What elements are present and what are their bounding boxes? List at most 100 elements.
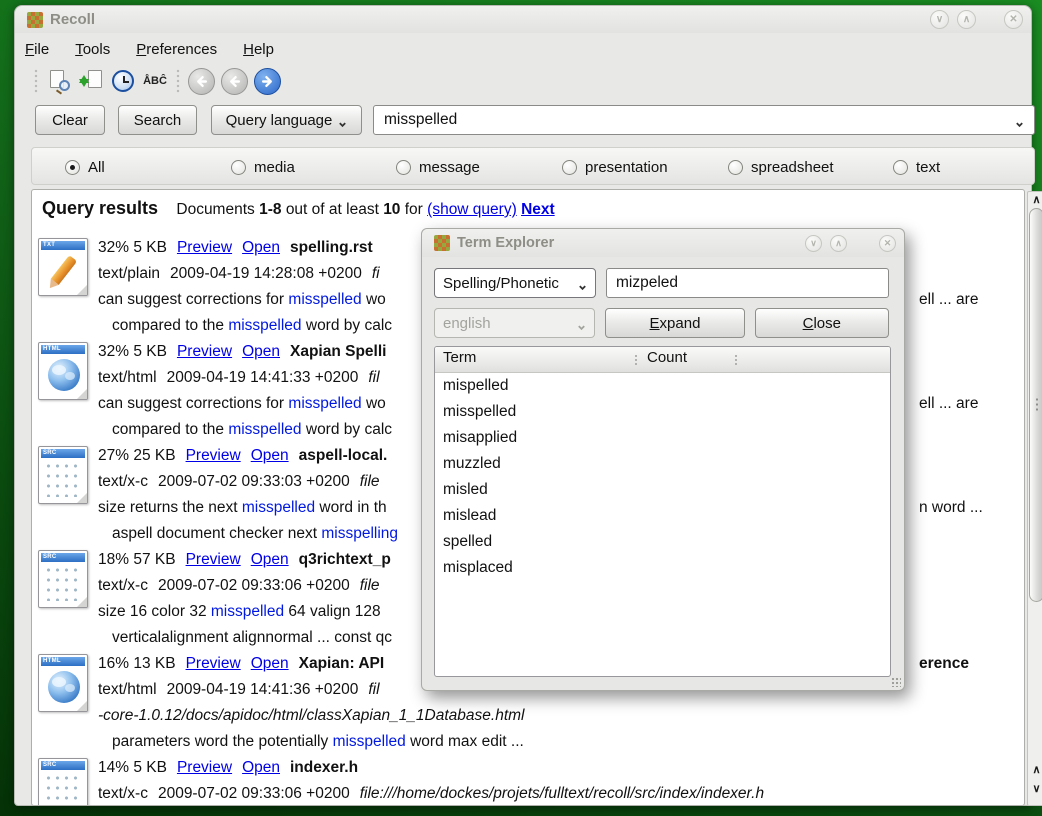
first-page-button[interactable] — [188, 68, 215, 95]
menu-preferences[interactable]: Preferences — [136, 41, 217, 58]
scrollbar-thumb[interactable] — [1029, 208, 1042, 602]
snippet-text: word in th — [315, 499, 387, 516]
preview-link[interactable]: Preview — [177, 239, 232, 256]
result-date: 2009-04-19 14:28:08 +0200 — [170, 265, 362, 282]
preview-link[interactable]: Preview — [186, 655, 241, 672]
results-for-word: for — [405, 201, 423, 218]
result-line-1: 14% 5 KBPreviewOpenindexer.h — [98, 755, 358, 781]
expand-button[interactable]: Expand — [605, 308, 744, 338]
result-snippet: size 16 color 32 misspelled 64 valign 12… — [98, 599, 381, 625]
radio-icon[interactable] — [893, 160, 908, 175]
clear-button[interactable]: Clear — [35, 105, 105, 135]
result-url: file — [360, 577, 380, 594]
results-scrollbar[interactable]: ∧ ∧ ∨ — [1027, 191, 1042, 806]
toolbar-separator — [174, 68, 182, 94]
next-page-button[interactable] — [254, 68, 281, 95]
term-input[interactable] — [606, 268, 889, 298]
open-link[interactable]: Open — [251, 551, 289, 568]
next-page-link[interactable]: Next — [521, 201, 555, 218]
term-table-row[interactable]: spelled — [435, 529, 890, 555]
document-icon — [88, 70, 102, 88]
radio-icon[interactable] — [562, 160, 577, 175]
query-language-dropdown[interactable]: Query language — [211, 105, 362, 135]
arrow-right-icon — [261, 75, 274, 88]
dialog-minimize-button[interactable]: ∨ — [805, 235, 822, 252]
search-button[interactable]: Search — [118, 105, 197, 135]
query-language-label: Query language — [226, 112, 333, 129]
count-column-header[interactable]: Count — [647, 349, 687, 366]
filter-spreadsheet[interactable]: spreadsheet — [728, 148, 834, 186]
open-link[interactable]: Open — [251, 655, 289, 672]
result-title: aspell-local. — [299, 447, 388, 464]
term-explorer-button[interactable]: ÅBĈ — [140, 66, 170, 96]
show-results-as-table-button[interactable] — [44, 66, 74, 96]
sort-by-date-button[interactable] — [76, 66, 106, 96]
radio-icon[interactable] — [728, 160, 743, 175]
result-title: indexer.h — [290, 759, 358, 776]
term-table-row[interactable]: mispelled — [435, 373, 890, 399]
scroll-down-icon[interactable]: ∨ — [1028, 781, 1042, 797]
minimize-button[interactable]: ∨ — [930, 10, 949, 29]
page-fold — [76, 284, 88, 296]
radio-icon[interactable] — [396, 160, 411, 175]
filter-media[interactable]: media — [231, 148, 295, 186]
term-table-row[interactable]: muzzled — [435, 451, 890, 477]
dialog-close-action-button[interactable]: Close — [755, 308, 889, 338]
scroll-up-icon[interactable]: ∧ — [1028, 192, 1042, 208]
term-table-row[interactable]: misled — [435, 477, 890, 503]
dialog-maximize-button[interactable]: ∧ — [830, 235, 847, 252]
result-date: 2009-04-19 14:41:33 +0200 — [167, 369, 359, 386]
filter-label: All — [88, 159, 105, 176]
term-column-header[interactable]: Term — [443, 349, 476, 366]
result-relevancy: 32% 5 KB — [98, 239, 167, 256]
dialog-close-button[interactable]: ✕ — [879, 235, 896, 252]
menu-file[interactable]: File — [25, 41, 49, 58]
open-link[interactable]: Open — [242, 239, 280, 256]
radio-icon[interactable] — [231, 160, 246, 175]
term-table-row[interactable]: misspelled — [435, 399, 890, 425]
snippet-text: size 16 color 32 — [98, 603, 211, 620]
snippet-text: word by calc — [302, 421, 392, 438]
title-bar[interactable]: Recoll ∨ ∧ ✕ — [15, 6, 1031, 33]
term-cell: spelled — [443, 533, 492, 550]
preview-link[interactable]: Preview — [177, 343, 232, 360]
filter-all[interactable]: All — [65, 148, 105, 186]
term-table-row[interactable]: misapplied — [435, 425, 890, 451]
preview-link[interactable]: Preview — [177, 759, 232, 776]
result-row[interactable]: SRC14% 5 KBPreviewOpenindexer.htext/x-c2… — [32, 755, 1024, 806]
globe-icon — [48, 359, 80, 391]
history-button[interactable] — [108, 66, 138, 96]
open-link[interactable]: Open — [242, 759, 280, 776]
result-url: fil — [368, 681, 379, 698]
term-table-row[interactable]: mislead — [435, 503, 890, 529]
resize-grip[interactable] — [891, 677, 901, 687]
filter-text[interactable]: text — [893, 148, 940, 186]
menu-help[interactable]: Help — [243, 41, 274, 58]
dialog-title-bar[interactable]: Term Explorer ∨ ∧ ✕ — [422, 229, 904, 257]
expansion-type-dropdown[interactable]: Spelling/Phonetic — [434, 268, 596, 298]
term-table-header[interactable]: Term Count — [435, 347, 890, 373]
radio-icon[interactable] — [65, 160, 80, 175]
language-dropdown[interactable]: english — [434, 308, 595, 338]
magnifier-icon — [59, 80, 70, 91]
search-query-combobox[interactable]: misspelled — [373, 105, 1035, 135]
scroll-up-icon[interactable]: ∧ — [1028, 762, 1042, 778]
close-button[interactable]: ✕ — [1004, 10, 1023, 29]
menu-tools[interactable]: Tools — [75, 41, 110, 58]
term-table-row[interactable]: misplaced — [435, 555, 890, 581]
clock-icon — [112, 70, 134, 92]
preview-link[interactable]: Preview — [186, 551, 241, 568]
maximize-button[interactable]: ∧ — [957, 10, 976, 29]
preview-link[interactable]: Preview — [186, 447, 241, 464]
term-cell: misspelled — [443, 403, 516, 420]
snippet-text: aspell document checker next — [112, 525, 321, 542]
previous-page-button[interactable] — [221, 68, 248, 95]
open-link[interactable]: Open — [251, 447, 289, 464]
dialog-row-1: Spelling/Phonetic — [434, 268, 889, 298]
show-query-link[interactable]: (show query) — [427, 201, 517, 218]
open-link[interactable]: Open — [242, 343, 280, 360]
result-title: spelling.rst — [290, 239, 373, 256]
page-fold — [76, 388, 88, 400]
filter-message[interactable]: message — [396, 148, 480, 186]
filter-presentation[interactable]: presentation — [562, 148, 668, 186]
